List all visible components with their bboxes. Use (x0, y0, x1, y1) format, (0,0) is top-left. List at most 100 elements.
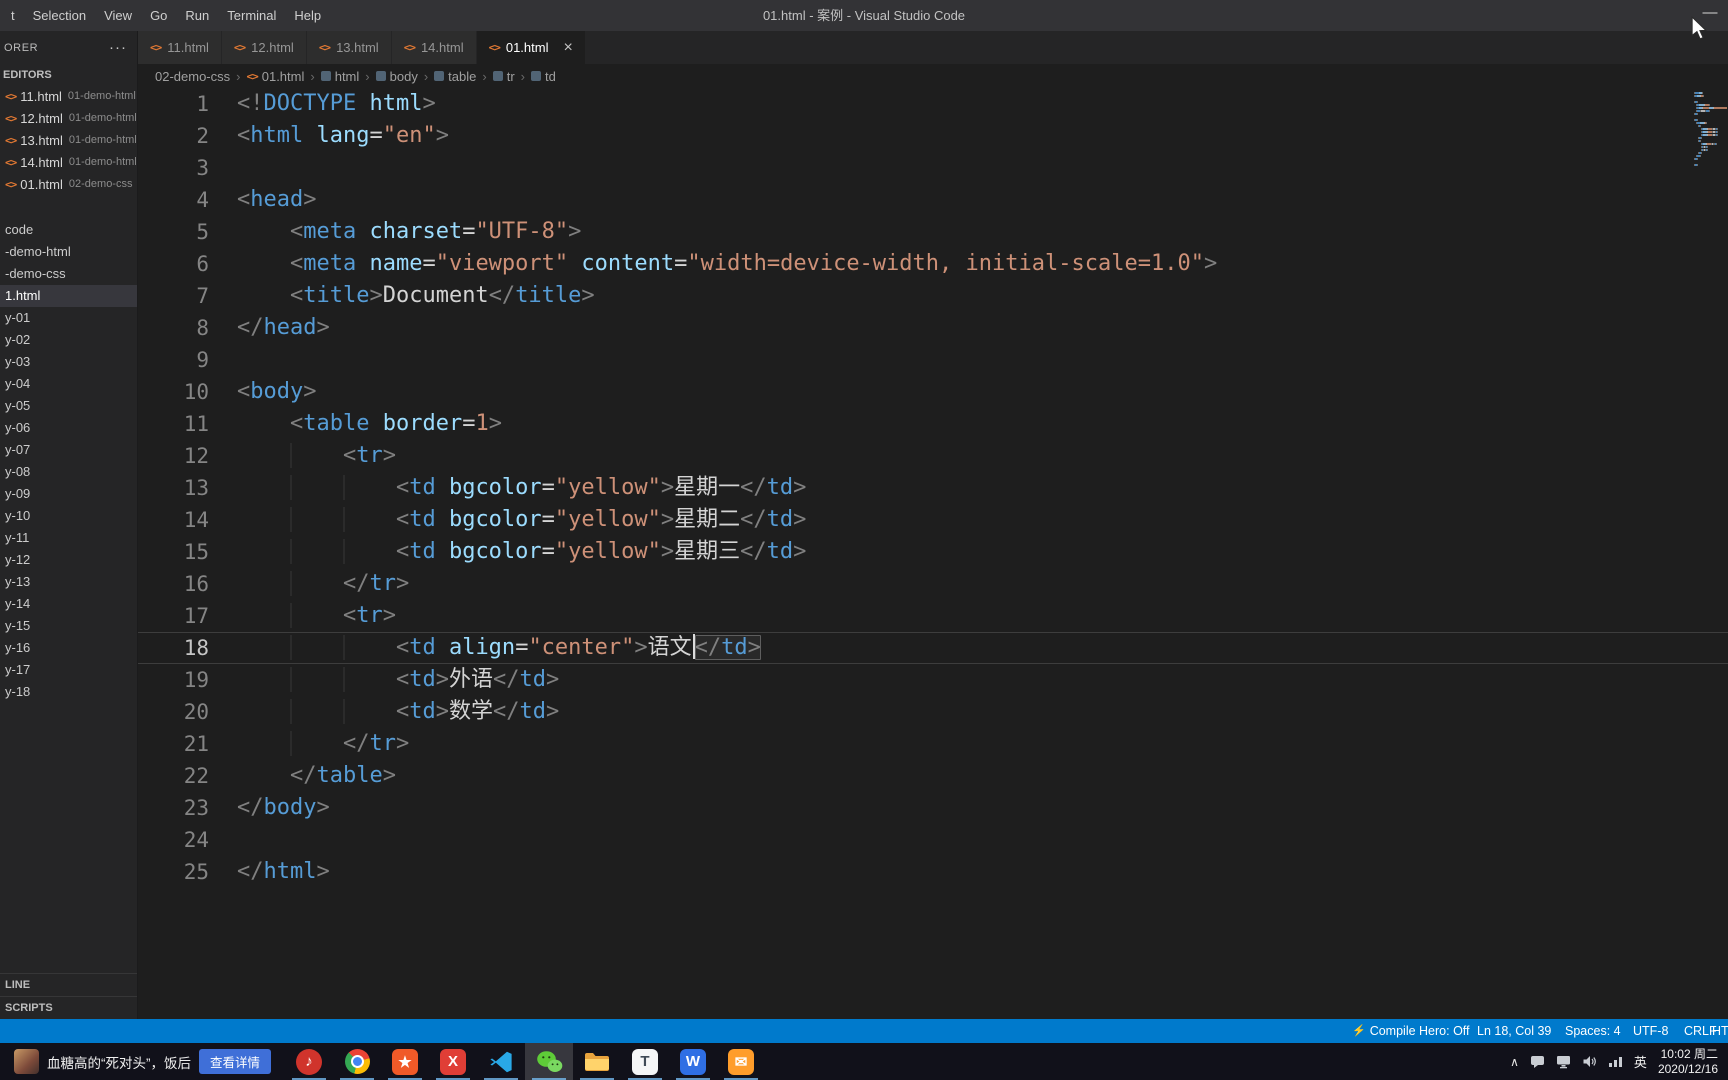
tree-item[interactable]: y-13 (0, 571, 137, 593)
status-bar-item[interactable]: Spaces: 4 (1565, 1019, 1621, 1043)
menu-item[interactable]: View (95, 8, 141, 23)
tree-item[interactable]: y-10 (0, 505, 137, 527)
tree-item[interactable]: -demo-css (0, 263, 137, 285)
tree-item[interactable]: y-08 (0, 461, 137, 483)
tree-item[interactable]: -demo-html (0, 241, 137, 263)
tree-item[interactable]: y-01 (0, 307, 137, 329)
breadcrumb-item[interactable]: td (531, 69, 556, 84)
code-line-content[interactable] (209, 344, 237, 376)
code-line-content[interactable]: <td bgcolor="yellow">星期二</td> (209, 504, 806, 536)
code-line-content[interactable]: </tr> (209, 568, 409, 600)
code-line-content[interactable]: <head> (209, 184, 316, 216)
tab-13.html[interactable]: <> 13.html (306, 31, 392, 64)
code-line-content[interactable]: <td bgcolor="yellow">星期三</td> (209, 536, 806, 568)
code-line-content[interactable]: <tr> (209, 440, 396, 472)
tree-item[interactable]: y-06 (0, 417, 137, 439)
status-bar-item[interactable]: UTF-8 (1633, 1019, 1668, 1043)
netease-music-icon[interactable]: ♪ (285, 1043, 333, 1080)
chrome-icon[interactable] (333, 1043, 381, 1080)
tree-item[interactable]: 1.html (0, 285, 137, 307)
code-line-content[interactable]: <table border=1> (209, 408, 502, 440)
menu-item[interactable]: Terminal (218, 8, 285, 23)
breadcrumb-item[interactable]: html (320, 69, 359, 84)
code-line-content[interactable] (209, 824, 237, 856)
tab-01.html[interactable]: <> 01.html × (476, 31, 586, 64)
code-line-content[interactable]: <body> (209, 376, 316, 408)
sidebar-section-header[interactable]: SCRIPTS (0, 996, 137, 1019)
tab-11.html[interactable]: <> 11.html (138, 31, 222, 64)
tree-item[interactable]: y-07 (0, 439, 137, 461)
tree-item[interactable]: code (0, 219, 137, 241)
vscode-icon[interactable] (477, 1043, 525, 1080)
open-editor-item[interactable]: <> 12.html 01-demo-html (0, 107, 137, 129)
code-line-content[interactable]: </tr> (209, 728, 409, 760)
menu-item[interactable]: Go (141, 8, 176, 23)
code-line-content[interactable]: <html lang="en"> (209, 120, 449, 152)
input-language-indicator[interactable]: 英 (1634, 1052, 1647, 1071)
news-details-button[interactable]: 查看详情 (199, 1049, 272, 1074)
news-headline[interactable]: 血糖高的“死对头”，饭后 (47, 1052, 191, 1072)
file-explorer-icon[interactable] (573, 1043, 621, 1080)
code-line-content[interactable]: <!DOCTYPE html> (209, 88, 436, 120)
mail-app-icon[interactable]: ✉ (717, 1043, 765, 1080)
code-line-content[interactable] (209, 152, 237, 184)
tray-expand-icon[interactable]: ∧ (1510, 1055, 1519, 1069)
open-editor-item[interactable]: <> 01.html 02-demo-css (0, 173, 137, 195)
wps-icon[interactable]: W (669, 1043, 717, 1080)
code-line-content[interactable]: </head> (209, 312, 330, 344)
menu-item[interactable]: Run (176, 8, 218, 23)
code-line-content[interactable]: <td>数学</td> (209, 696, 559, 728)
display-icon[interactable] (1556, 1054, 1571, 1069)
tab-14.html[interactable]: <> 14.html (391, 31, 477, 64)
orange-app-icon[interactable]: ★ (381, 1043, 429, 1080)
menu-item[interactable]: t (2, 8, 24, 23)
menu-item[interactable]: Selection (24, 8, 95, 23)
taskbar-clock[interactable]: 10:02 周二 2020/12/16 (1658, 1047, 1718, 1077)
more-actions-icon[interactable]: ··· (109, 40, 127, 55)
volume-icon[interactable] (1582, 1054, 1597, 1069)
wechat-icon[interactable] (525, 1043, 574, 1080)
code-line-content[interactable]: <meta charset="UTF-8"> (209, 216, 581, 248)
open-editor-item[interactable]: <> 13.html 01-demo-html (0, 129, 137, 151)
breadcrumb-item[interactable]: 02-demo-css (155, 69, 230, 84)
status-bar-item[interactable]: Ln 18, Col 39 (1477, 1019, 1551, 1043)
open-editor-item[interactable]: <> 14.html 01-demo-html (0, 151, 137, 173)
code-line-content[interactable]: <title>Document</title> (209, 280, 595, 312)
code-line-content[interactable]: <tr> (209, 600, 396, 632)
tree-item[interactable]: y-09 (0, 483, 137, 505)
tree-item[interactable]: y-18 (0, 681, 137, 703)
menu-item[interactable]: Help (285, 8, 330, 23)
sidebar-section-header[interactable]: LINE (0, 973, 137, 996)
status-bar-item[interactable]: ⚡ Compile Hero: Off (1352, 1019, 1470, 1043)
breadcrumb-item[interactable]: tr (492, 69, 515, 84)
code-line-content[interactable]: </html> (209, 856, 330, 888)
tree-item[interactable]: y-17 (0, 659, 137, 681)
code-line-content[interactable]: <td>外语</td> (209, 664, 559, 696)
tree-item[interactable]: y-04 (0, 373, 137, 395)
minimap[interactable] (1694, 92, 1727, 312)
news-widget[interactable]: 血糖高的“死对头”，饭后 查看详情 (0, 1049, 272, 1074)
tree-item[interactable]: y-02 (0, 329, 137, 351)
breadcrumb-item[interactable]: body (375, 69, 418, 84)
typora-icon[interactable]: T (621, 1043, 669, 1080)
tree-item[interactable]: y-05 (0, 395, 137, 417)
network-icon[interactable] (1608, 1054, 1623, 1069)
tree-item[interactable]: y-14 (0, 593, 137, 615)
status-bar-item[interactable]: HTML (1712, 1019, 1728, 1043)
code-line-content[interactable]: <meta name="viewport" content="width=dev… (209, 248, 1217, 280)
open-editors-header[interactable]: EDITORS (0, 65, 137, 85)
tree-item[interactable]: y-16 (0, 637, 137, 659)
tab-12.html[interactable]: <> 12.html (221, 31, 307, 64)
code-line-content[interactable]: <td bgcolor="yellow">星期一</td> (209, 472, 806, 504)
open-editor-item[interactable]: <> 11.html 01-demo-html (0, 85, 137, 107)
tree-item[interactable]: y-12 (0, 549, 137, 571)
code-line-content[interactable]: </body> (209, 792, 330, 824)
breadcrumb-item[interactable]: table (434, 69, 476, 84)
message-icon[interactable] (1530, 1054, 1545, 1069)
breadcrumb-item[interactable]: <> 01.html (246, 69, 304, 84)
tree-item[interactable]: y-15 (0, 615, 137, 637)
close-icon[interactable]: × (563, 39, 572, 55)
tree-item[interactable]: y-11 (0, 527, 137, 549)
code-line-content[interactable]: <td align="center">语文 </td> (209, 632, 761, 664)
red-x-app-icon[interactable]: X (429, 1043, 477, 1080)
